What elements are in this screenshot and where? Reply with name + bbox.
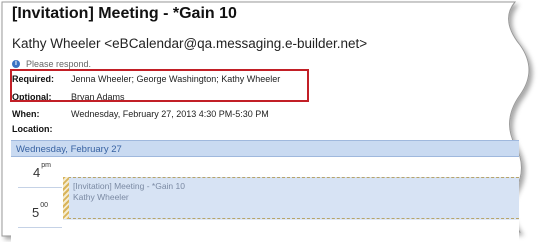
location-label: Location: xyxy=(12,124,53,134)
hour-divider xyxy=(18,227,62,228)
hour-label-4pm: 4pm xyxy=(33,161,51,180)
appointment-organizer: Kathy Wheeler xyxy=(73,192,129,202)
slot-divider xyxy=(63,219,519,220)
location-row: Location: xyxy=(12,124,71,134)
info-bar: i Please respond. xyxy=(12,59,91,69)
when-label: When: xyxy=(12,109,40,119)
hour-suffix: 00 xyxy=(40,201,49,209)
attendees-highlight-box xyxy=(10,69,309,102)
message-subject: [Invitation] Meeting - *Gain 10 xyxy=(12,5,237,22)
info-notice: Please respond. xyxy=(26,59,92,69)
tentative-status-bar xyxy=(63,177,69,219)
when-value: Wednesday, February 27, 2013 4:30 PM-5:3… xyxy=(71,109,269,119)
info-icon: i xyxy=(12,60,20,68)
message-sender: Kathy Wheeler <eBCalendar@qa.messaging.e… xyxy=(12,36,368,51)
hour-number: 4 xyxy=(33,165,41,180)
calendar-day-header[interactable]: Wednesday, February 27 xyxy=(11,140,519,157)
hour-label-5pm: 500 xyxy=(32,201,49,220)
hour-suffix: pm xyxy=(41,161,51,169)
hour-divider xyxy=(18,187,62,188)
hour-number: 5 xyxy=(32,205,40,220)
when-row: When: Wednesday, February 27, 2013 4:30 … xyxy=(12,109,269,119)
message-pane: [Invitation] Meeting - *Gain 10 Kathy Wh… xyxy=(0,0,539,242)
invitation-screenshot: [Invitation] Meeting - *Gain 10 Kathy Wh… xyxy=(0,0,539,242)
appointment-title: [Invitation] Meeting - *Gain 10 xyxy=(73,181,185,191)
